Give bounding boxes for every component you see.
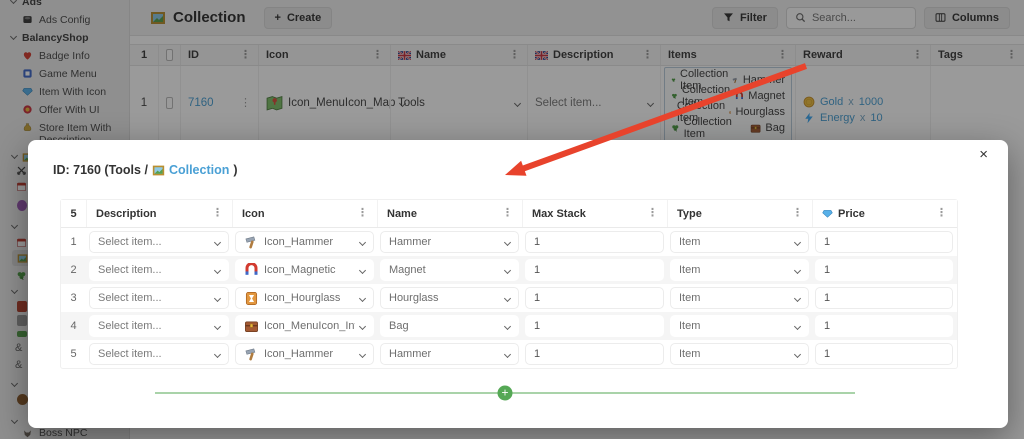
kebab-menu-icon[interactable] xyxy=(212,208,223,219)
chevron-down-icon xyxy=(794,350,801,357)
max-stack-input[interactable] xyxy=(525,231,664,253)
name-select[interactable]: Hammer xyxy=(380,343,519,365)
description-select[interactable]: Select item... xyxy=(89,231,229,253)
chevron-down-icon xyxy=(214,294,221,301)
chevron-down-icon xyxy=(794,266,801,273)
picture-icon xyxy=(152,164,165,177)
col-header-icon: Icon xyxy=(232,200,377,227)
max-stack-input[interactable] xyxy=(525,343,664,365)
chevron-down-icon xyxy=(794,294,801,301)
kebab-menu-icon[interactable] xyxy=(936,208,947,219)
col-header-max-stack: Max Stack xyxy=(522,200,667,227)
chevron-down-icon xyxy=(504,238,511,245)
chevron-down-icon xyxy=(794,322,801,329)
chevron-down-icon xyxy=(214,266,221,273)
max-stack-input[interactable] xyxy=(525,315,664,337)
chevron-down-icon xyxy=(214,350,221,357)
type-select[interactable]: Item xyxy=(670,259,809,281)
gem-icon xyxy=(822,208,833,219)
row-index: 3 xyxy=(61,284,86,312)
max-stack-input[interactable] xyxy=(525,287,664,309)
kebab-menu-icon[interactable] xyxy=(502,208,513,219)
modal-title: ID: 7160 (Tools / Collection ) xyxy=(53,163,238,177)
max-stack-input[interactable] xyxy=(525,259,664,281)
description-select[interactable]: Select item... xyxy=(89,287,229,309)
chest-icon xyxy=(244,319,259,334)
col-header-type: Type xyxy=(667,200,812,227)
icon-select[interactable]: Icon_Magnetic xyxy=(235,259,374,281)
chevron-down-icon xyxy=(504,266,511,273)
col-header-description: Description xyxy=(86,200,232,227)
chevron-down-icon xyxy=(504,350,511,357)
type-select[interactable]: Item xyxy=(670,315,809,337)
name-select[interactable]: Magnet xyxy=(380,259,519,281)
item-detail-modal: × ID: 7160 (Tools / Collection ) 5 Descr… xyxy=(28,140,1008,428)
chevron-down-icon xyxy=(359,322,366,329)
row-index: 5 xyxy=(61,340,86,368)
kebab-menu-icon[interactable] xyxy=(357,208,368,219)
chevron-down-icon xyxy=(359,238,366,245)
kebab-menu-icon[interactable] xyxy=(792,208,803,219)
close-icon[interactable]: × xyxy=(979,146,988,163)
row-index: 2 xyxy=(61,256,86,284)
chevron-down-icon xyxy=(359,266,366,273)
icon-select[interactable]: Icon_Hourglass xyxy=(235,287,374,309)
chevron-down-icon xyxy=(214,238,221,245)
add-row-divider: + xyxy=(155,385,855,400)
col-header-name: Name xyxy=(377,200,522,227)
price-input[interactable] xyxy=(815,259,953,281)
name-select[interactable]: Hourglass xyxy=(380,287,519,309)
type-select[interactable]: Item xyxy=(670,343,809,365)
chevron-down-icon xyxy=(359,350,366,357)
modal-table-row: 2 Select item... Icon_Magnetic Magnet It… xyxy=(61,256,957,284)
chevron-down-icon xyxy=(794,238,801,245)
name-select[interactable]: Bag xyxy=(380,315,519,337)
hammer-icon xyxy=(244,235,259,250)
description-select[interactable]: Select item... xyxy=(89,315,229,337)
price-input[interactable] xyxy=(815,287,953,309)
description-select[interactable]: Select item... xyxy=(89,343,229,365)
modal-table-header: 5 Description Icon Name Max Stack Type P… xyxy=(61,200,957,228)
magnet-icon xyxy=(244,263,259,278)
modal-table-row: 5 Select item... Icon_Hammer Hammer Item xyxy=(61,340,957,368)
icon-select[interactable]: Icon_Hammer xyxy=(235,343,374,365)
modal-table-row: 1 Select item... Icon_Hammer Hammer Item xyxy=(61,228,957,256)
modal-table-row: 3 Select item... Icon_Hourglass Hourglas… xyxy=(61,284,957,312)
chevron-down-icon xyxy=(504,294,511,301)
price-input[interactable] xyxy=(815,343,953,365)
modal-table-row: 4 Select item... Icon_MenuIcon_Inventory… xyxy=(61,312,957,340)
collection-link[interactable]: Collection xyxy=(169,163,229,177)
price-input[interactable] xyxy=(815,315,953,337)
row-index: 1 xyxy=(61,228,86,256)
add-row-button[interactable]: + xyxy=(498,385,513,400)
icon-select[interactable]: Icon_Hammer xyxy=(235,231,374,253)
type-select[interactable]: Item xyxy=(670,231,809,253)
hourglass-icon xyxy=(244,291,259,306)
kebab-menu-icon[interactable] xyxy=(647,208,658,219)
row-index: 4 xyxy=(61,312,86,340)
price-input[interactable] xyxy=(815,231,953,253)
row-count-header: 5 xyxy=(61,200,86,227)
app-window: Ads Ads Config BalancyShop Badge Info Ga… xyxy=(0,0,1024,439)
type-select[interactable]: Item xyxy=(670,287,809,309)
hammer-icon xyxy=(244,347,259,362)
icon-select[interactable]: Icon_MenuIcon_Inventory xyxy=(235,315,374,337)
name-select[interactable]: Hammer xyxy=(380,231,519,253)
chevron-down-icon xyxy=(359,294,366,301)
chevron-down-icon xyxy=(504,322,511,329)
modal-table: 5 Description Icon Name Max Stack Type P… xyxy=(60,199,958,369)
description-select[interactable]: Select item... xyxy=(89,259,229,281)
chevron-down-icon xyxy=(214,322,221,329)
col-header-price: Price xyxy=(812,200,956,227)
